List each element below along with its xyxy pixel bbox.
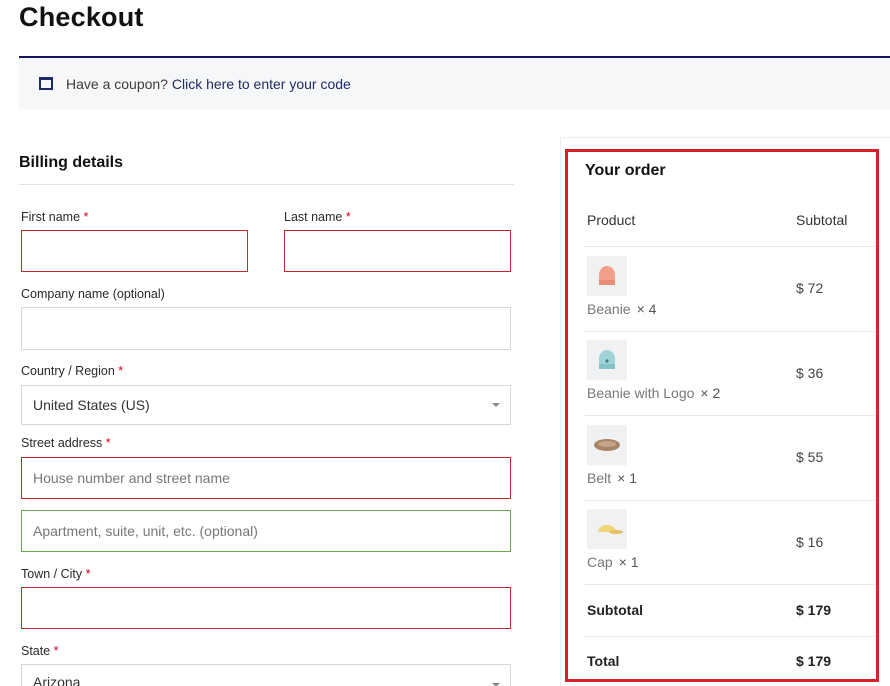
product-quantity: × 2 (700, 385, 721, 401)
required-mark: * (85, 567, 91, 581)
country-select[interactable]: United States (US) (21, 385, 511, 425)
country-value: United States (US) (33, 397, 150, 413)
state-label: State * (21, 644, 59, 658)
company-label-text: Company name (optional) (21, 287, 165, 301)
row-divider (585, 331, 875, 332)
billing-divider (19, 184, 514, 185)
country-label: Country / Region * (21, 364, 123, 378)
product-quantity: × 1 (618, 554, 639, 570)
page-title: Checkout (19, 2, 144, 32)
row-divider (585, 246, 875, 247)
row-divider (585, 636, 875, 637)
required-mark: * (105, 436, 111, 450)
order-item-name: Beanie with Logo × 2 (587, 385, 720, 401)
product-thumbnail[interactable] (587, 509, 627, 549)
required-mark: * (53, 644, 59, 658)
state-value: Arizona (33, 674, 81, 686)
last-name-label: Last name * (284, 210, 351, 224)
billing-heading: Billing details (19, 154, 124, 171)
product-thumbnail[interactable] (587, 340, 627, 380)
order-heading: Your order (585, 162, 666, 179)
required-mark: * (118, 364, 124, 378)
product-thumbnail[interactable] (587, 256, 627, 296)
company-label: Company name (optional) (21, 287, 165, 301)
coupon-link[interactable]: Click here to enter your code (172, 76, 351, 92)
last-name-field[interactable] (284, 230, 511, 272)
apartment-placeholder: Apartment, suite, unit, etc. (optional) (33, 523, 258, 539)
order-item-price: $ 55 (796, 449, 824, 465)
order-item-price: $ 16 (796, 534, 824, 550)
coupon-text: Have a coupon? Click here to enter your … (66, 76, 351, 92)
city-label-text: Town / City (21, 567, 83, 581)
order-item-price: $ 72 (796, 280, 824, 296)
first-name-label-text: First name (21, 210, 81, 224)
row-divider (585, 415, 875, 416)
coupon-prompt: Have a coupon? (66, 76, 168, 92)
order-item-name: Cap × 1 (587, 554, 639, 570)
city-label: Town / City * (21, 567, 91, 581)
total-label: Total (587, 653, 620, 669)
city-field[interactable] (21, 587, 511, 629)
last-name-label-text: Last name (284, 210, 343, 224)
apartment-field[interactable]: Apartment, suite, unit, etc. (optional) (21, 510, 511, 552)
row-divider (585, 584, 875, 585)
product-name-text: Beanie with Logo (587, 385, 695, 401)
product-name-text: Belt (587, 470, 612, 486)
product-column-header: Product (587, 212, 636, 228)
required-mark: * (83, 210, 89, 224)
row-divider (585, 500, 875, 501)
product-quantity: × 4 (636, 301, 657, 317)
product-name-text: Beanie (587, 301, 631, 317)
street-label: Street address * (21, 436, 111, 450)
street-address-field[interactable]: House number and street name (21, 457, 511, 499)
required-mark: * (345, 210, 351, 224)
subtotal-value: $ 179 (796, 602, 832, 618)
chevron-down-icon (492, 403, 500, 407)
state-label-text: State (21, 644, 51, 658)
product-name-text: Cap (587, 554, 613, 570)
street-placeholder: House number and street name (33, 470, 230, 486)
calendar-icon (39, 77, 53, 90)
first-name-field[interactable] (21, 230, 248, 272)
subtotal-label: Subtotal (587, 602, 643, 618)
beanie-icon (599, 350, 615, 369)
street-label-text: Street address (21, 436, 103, 450)
beanie-icon (599, 266, 615, 285)
company-field[interactable] (21, 307, 511, 350)
total-value: $ 179 (796, 653, 832, 669)
subtotal-column-header: Subtotal (796, 212, 848, 228)
order-item-price: $ 36 (796, 365, 824, 381)
state-select[interactable]: Arizona (21, 664, 511, 686)
order-item-name: Belt × 1 (587, 470, 637, 486)
first-name-label: First name * (21, 210, 88, 224)
order-item-name: Beanie × 4 (587, 301, 656, 317)
product-thumbnail[interactable] (587, 425, 627, 465)
cap-icon (598, 525, 623, 534)
country-label-text: Country / Region (21, 364, 115, 378)
belt-icon (594, 439, 620, 451)
product-quantity: × 1 (617, 470, 637, 486)
coupon-notice: Have a coupon? Click here to enter your … (19, 58, 890, 109)
